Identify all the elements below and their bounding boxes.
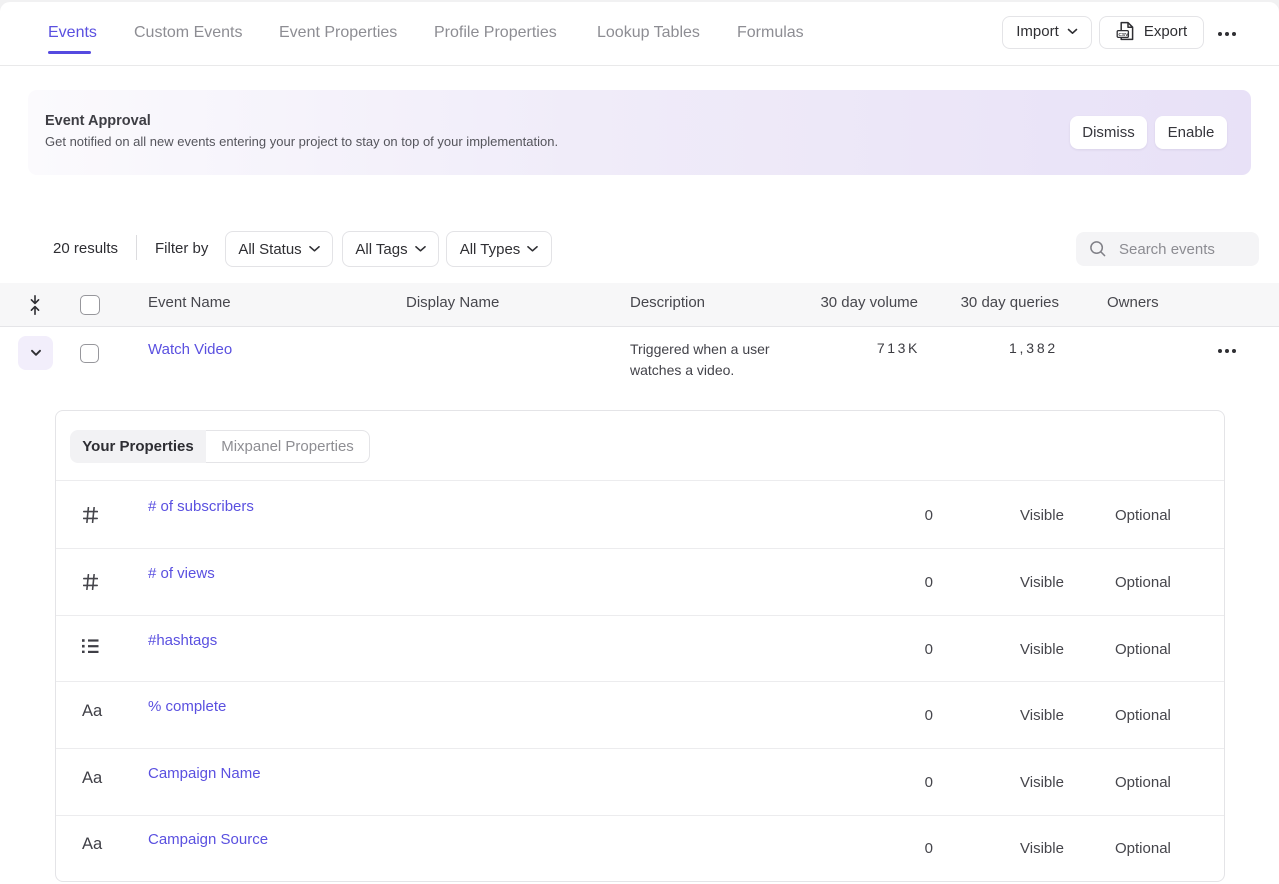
svg-text:CSV: CSV — [1118, 32, 1129, 38]
